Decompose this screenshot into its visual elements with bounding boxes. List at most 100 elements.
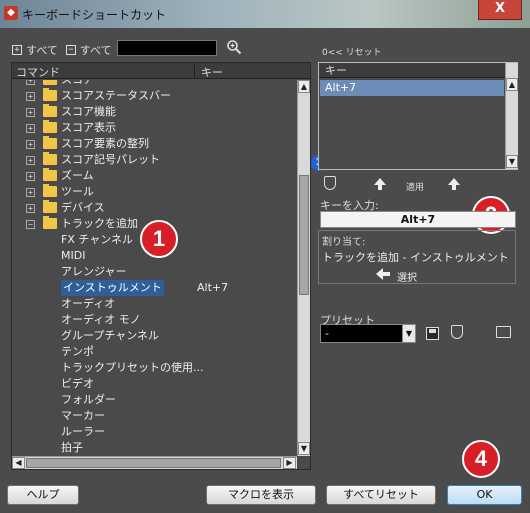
tree-folder-row[interactable]: + ツール — [12, 184, 297, 200]
column-header-key[interactable]: キー — [194, 64, 223, 79]
expand-all-icon[interactable]: + — [12, 45, 22, 55]
assigned-value: トラックを追加 - インストゥルメント — [322, 251, 509, 264]
folder-icon — [43, 80, 57, 85]
tree-item-row[interactable]: アレンジャー — [12, 264, 297, 280]
tree-item-label: 拍子 — [61, 441, 83, 454]
close-button[interactable]: X — [478, 0, 522, 20]
tree-folder-row[interactable]: + スコアステータスバー — [12, 88, 297, 104]
collapse-node-icon[interactable]: − — [26, 220, 35, 229]
tree-item-label: フォルダー — [61, 393, 116, 406]
tree-item-label: オーディオ — [61, 297, 116, 310]
folder-icon — [43, 152, 57, 165]
folder-icon — [43, 136, 57, 149]
scroll-left-arrow-icon[interactable]: ◀ — [12, 457, 25, 469]
tree-vertical-scrollbar[interactable]: ▲ ▼ — [297, 80, 310, 456]
key-list-header: キー — [319, 63, 505, 78]
folder-icon — [43, 200, 57, 213]
tree-folder-label: スコア機能 — [61, 105, 116, 118]
scroll-up-arrow-icon[interactable]: ▲ — [298, 80, 310, 93]
delete-preset-icon[interactable] — [451, 325, 463, 339]
move-up-arrow-icon[interactable] — [374, 178, 386, 190]
annotation-badge-1: 1 — [140, 220, 178, 258]
expand-node-icon[interactable]: + — [26, 188, 35, 197]
tree-folder-label: デバイス — [61, 201, 105, 214]
save-icon[interactable] — [426, 327, 439, 340]
app-icon: ◆ — [4, 6, 18, 20]
tree-folder-row[interactable]: + ズーム — [12, 168, 297, 184]
tree-item-row[interactable]: グループチャンネル — [12, 328, 297, 344]
tree-item-row[interactable]: オーディオ モノ — [12, 312, 297, 328]
command-tree: コマンド キー + スコア + スコアステータスバー + スコア機能 + スコア表示 + スコア要… — [11, 62, 311, 470]
preset-select-value: - — [325, 327, 329, 340]
collapse-all-label[interactable]: すべて — [80, 42, 112, 58]
key-list-scrollbar[interactable]: ▲ ▼ — [505, 63, 518, 169]
tree-item-label: トラックプリセットの使用... — [61, 361, 204, 374]
open-folder-icon[interactable] — [496, 326, 511, 338]
ok-button[interactable]: OK — [447, 485, 522, 505]
key-list-selected-item[interactable]: Alt+7 — [320, 80, 504, 96]
delete-key-icon[interactable] — [324, 176, 336, 190]
tree-item-label: FX チャンネル — [61, 233, 134, 246]
tree-item-row[interactable]: フォルダー — [12, 392, 297, 408]
expand-node-icon[interactable]: + — [26, 204, 35, 213]
tree-item-label: アレンジャー — [61, 265, 127, 278]
tree-item-label: マーカー — [61, 409, 105, 422]
scroll-thumb[interactable] — [299, 175, 309, 295]
search-input[interactable] — [117, 40, 217, 56]
tree-folder-label: ツール — [61, 185, 94, 198]
select-label[interactable]: 選択 — [397, 269, 417, 284]
expand-node-icon[interactable]: + — [26, 156, 35, 165]
folder-icon — [43, 120, 57, 133]
tree-folder-label: スコア表示 — [61, 121, 116, 134]
tree-folder-row[interactable]: + スコア記号パレット — [12, 152, 297, 168]
expand-node-icon[interactable]: + — [26, 124, 35, 133]
tree-item-row[interactable]: オーディオ — [12, 296, 297, 312]
tree-item-row[interactable]: テンポ — [12, 344, 297, 360]
select-arrow-left-icon[interactable] — [376, 268, 390, 280]
tree-item-label: テンポ — [61, 345, 94, 358]
expand-node-icon[interactable]: + — [26, 172, 35, 181]
hscroll-thumb[interactable] — [26, 458, 281, 468]
tree-folder-row[interactable]: + スコア表示 — [12, 120, 297, 136]
show-macros-button[interactable]: マクロを表示 — [206, 485, 316, 505]
tree-item-row[interactable]: インストゥルメント Alt+7 — [12, 280, 297, 296]
tree-item-row[interactable]: マーカー — [12, 408, 297, 424]
expand-node-icon[interactable]: + — [26, 140, 35, 149]
assigned-label: 割り当て: — [322, 237, 366, 248]
tree-item-row[interactable]: 拍子 — [12, 440, 297, 456]
scroll-down-arrow-icon[interactable]: ▼ — [298, 442, 310, 455]
apply-arrow-icon[interactable] — [448, 178, 460, 190]
tree-folder-row[interactable]: + スコア — [12, 80, 297, 88]
tree-item-row[interactable]: ルーラー — [12, 424, 297, 440]
folder-icon — [43, 104, 57, 117]
annotation-badge-4: 4 — [462, 440, 500, 478]
tree-folder-row[interactable]: + スコア機能 — [12, 104, 297, 120]
enter-key-field[interactable]: Alt+7 — [320, 211, 516, 228]
reset-label[interactable]: 0<< リセット — [322, 45, 382, 58]
tree-folder-row[interactable]: + デバイス — [12, 200, 297, 216]
chevron-down-icon[interactable]: ▼ — [402, 325, 415, 342]
expand-node-icon[interactable]: + — [26, 92, 35, 101]
preset-select[interactable]: - ▼ — [320, 324, 416, 343]
expand-all-label[interactable]: すべて — [26, 42, 58, 58]
tree-folder-label: ズーム — [61, 169, 94, 182]
tree-horizontal-scrollbar[interactable]: ◀ ▶ — [12, 456, 297, 469]
reset-all-button[interactable]: すべてリセット — [326, 485, 436, 505]
key-scroll-down-arrow-icon[interactable]: ▼ — [506, 155, 518, 168]
help-button[interactable]: ヘルプ — [7, 485, 79, 505]
expand-node-icon[interactable]: + — [26, 108, 35, 117]
tree-folder-label: スコア記号パレット — [61, 153, 160, 166]
column-header-command[interactable]: コマンド — [16, 64, 60, 80]
tree-item-shortcut: Alt+7 — [197, 281, 229, 294]
tree-folder-label: スコア要素の整列 — [61, 137, 149, 150]
key-scroll-up-arrow-icon[interactable]: ▲ — [506, 78, 518, 91]
zoom-search-icon[interactable] — [226, 39, 242, 55]
tree-item-row[interactable]: トラックプリセットの使用... — [12, 360, 297, 376]
expand-node-icon[interactable]: + — [26, 80, 35, 85]
title-bar: ◆ キーボードショートカット X — [0, 0, 530, 28]
scroll-right-arrow-icon[interactable]: ▶ — [283, 457, 296, 469]
apply-label[interactable]: 適用 — [406, 180, 424, 193]
tree-item-row[interactable]: ビデオ — [12, 376, 297, 392]
collapse-all-icon[interactable]: − — [65, 45, 76, 55]
tree-folder-row[interactable]: + スコア要素の整列 — [12, 136, 297, 152]
